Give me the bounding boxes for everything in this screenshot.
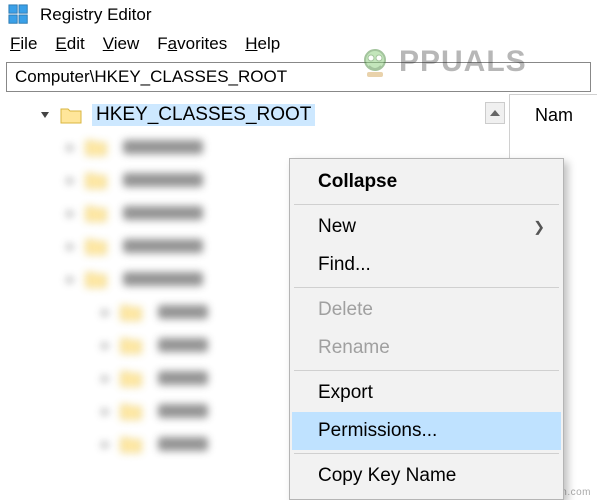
tree-item-label-blurred [123, 173, 203, 187]
tree-item-hkey-classes-root[interactable]: HKEY_CLASSES_ROOT [0, 100, 509, 130]
folder-icon [120, 435, 142, 453]
context-menu-delete: Delete [292, 291, 561, 329]
menu-separator [294, 370, 559, 371]
menu-file[interactable]: File [10, 34, 37, 54]
window-title: Registry Editor [40, 5, 151, 25]
folder-icon [60, 106, 82, 124]
folder-icon [120, 369, 142, 387]
expand-chevron-icon[interactable]: ▸ [100, 338, 112, 352]
folder-icon [85, 237, 107, 255]
submenu-arrow-icon: ❯ [533, 219, 545, 236]
folder-icon [120, 402, 142, 420]
context-menu-new-label: New [318, 216, 356, 237]
context-menu-collapse[interactable]: Collapse [292, 163, 561, 201]
tree-item-label-blurred [123, 206, 203, 220]
regedit-app-icon [8, 4, 30, 26]
titlebar: Registry Editor [0, 0, 597, 32]
menu-help[interactable]: Help [245, 34, 280, 54]
address-path: Computer\HKEY_CLASSES_ROOT [15, 67, 287, 87]
tree-item-label-blurred [158, 437, 208, 451]
context-menu-find[interactable]: Find... [292, 246, 561, 284]
menubar: File Edit View Favorites Help [0, 32, 597, 60]
folder-icon [85, 204, 107, 222]
menu-separator [294, 453, 559, 454]
tree-item-label-blurred [123, 140, 203, 154]
context-menu-rename: Rename [292, 329, 561, 367]
tree-item-label-blurred [158, 371, 208, 385]
context-menu: Collapse New ❯ Find... Delete Rename Exp… [289, 158, 564, 500]
expand-chevron-icon[interactable]: ▸ [65, 239, 77, 253]
scroll-up-button[interactable] [485, 102, 505, 124]
expand-chevron-icon[interactable]: ▸ [65, 206, 77, 220]
context-menu-new[interactable]: New ❯ [292, 208, 561, 246]
expand-chevron-icon[interactable]: ▸ [65, 140, 77, 154]
address-bar[interactable]: Computer\HKEY_CLASSES_ROOT [6, 62, 591, 92]
menu-edit[interactable]: Edit [55, 34, 84, 54]
menu-view[interactable]: View [103, 34, 140, 54]
menu-separator [294, 204, 559, 205]
tree-item-label-blurred [158, 338, 208, 352]
folder-icon [120, 336, 142, 354]
menu-separator [294, 287, 559, 288]
expand-chevron-icon[interactable]: ▸ [65, 272, 77, 286]
tree-item-label-blurred [123, 272, 203, 286]
context-menu-copy-key-name[interactable]: Copy Key Name [292, 457, 561, 495]
folder-icon [85, 270, 107, 288]
context-menu-permissions[interactable]: Permissions... [292, 412, 561, 450]
expand-chevron-icon[interactable]: ▸ [100, 371, 112, 385]
expand-chevron-icon[interactable]: ▸ [100, 437, 112, 451]
expand-chevron-icon[interactable]: ▸ [65, 173, 77, 187]
expand-chevron-icon[interactable]: ▸ [100, 404, 112, 418]
collapse-chevron-icon[interactable] [38, 108, 52, 122]
column-header-name[interactable]: Nam [535, 105, 573, 126]
folder-icon [85, 171, 107, 189]
folder-icon [85, 138, 107, 156]
tree-item-label: HKEY_CLASSES_ROOT [92, 104, 315, 126]
menu-favorites[interactable]: Favorites [157, 34, 227, 54]
folder-icon [120, 303, 142, 321]
expand-chevron-icon[interactable]: ▸ [100, 305, 112, 319]
tree-item-label-blurred [158, 305, 208, 319]
tree-item-label-blurred [158, 404, 208, 418]
context-menu-export[interactable]: Export [292, 374, 561, 412]
tree-item-label-blurred [123, 239, 203, 253]
